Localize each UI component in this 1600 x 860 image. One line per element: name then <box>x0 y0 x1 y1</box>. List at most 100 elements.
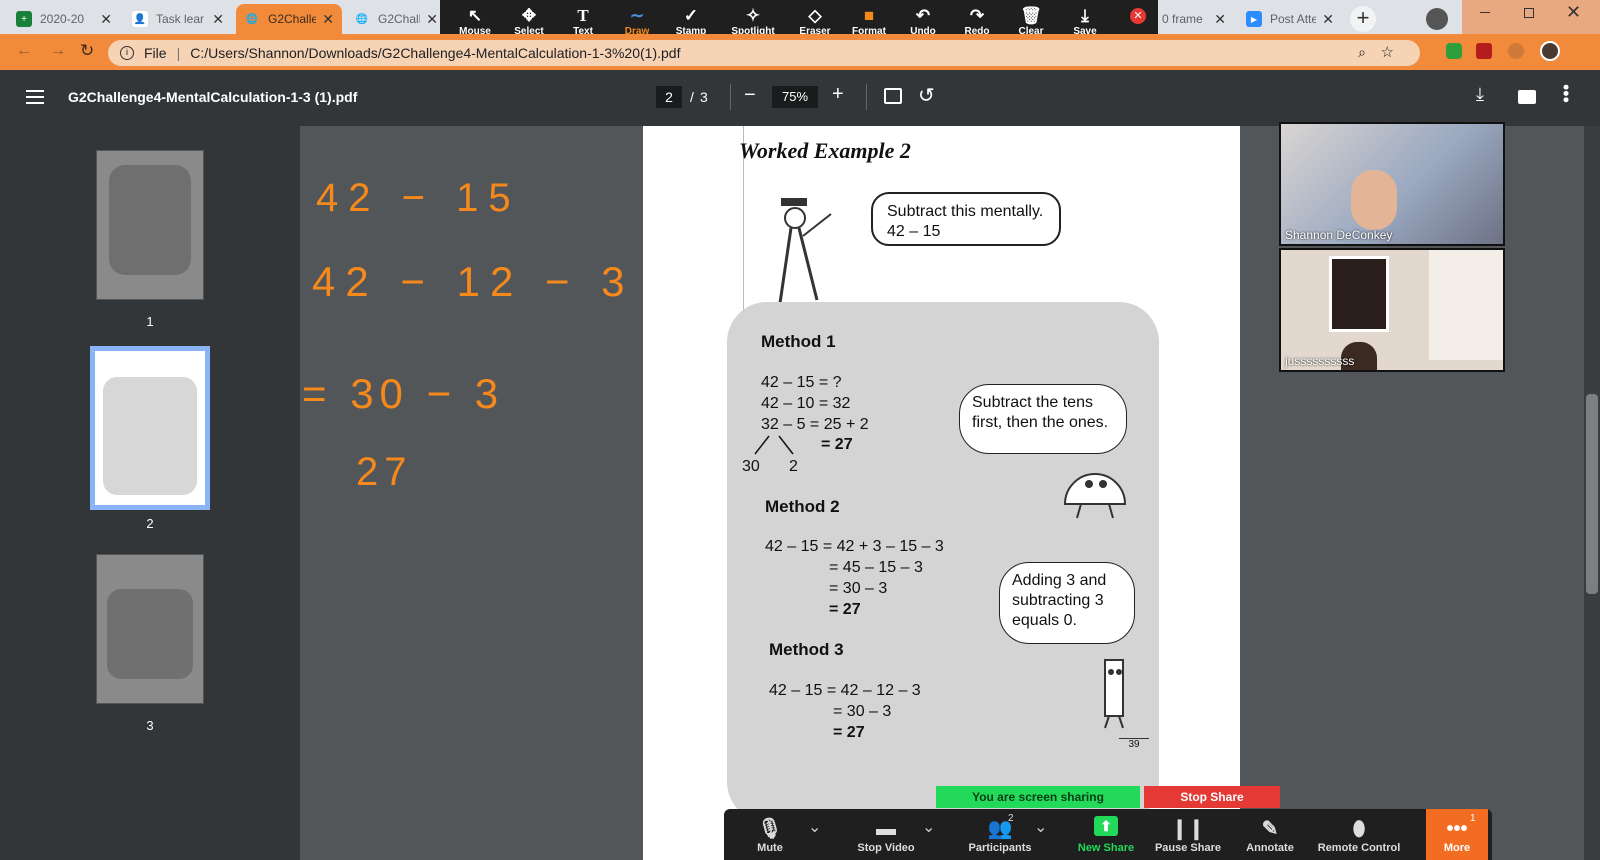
participant-name: Shannon DeConkey <box>1285 228 1393 242</box>
close-window-icon[interactable]: ✕ <box>1566 2 1581 23</box>
wall-frame <box>1329 256 1389 332</box>
forward-icon[interactable]: → <box>50 42 66 60</box>
video-tile-host[interactable]: Shannon DeConkey <box>1279 122 1505 246</box>
more-badge: 1 <box>1470 813 1476 824</box>
page-thumbnail-2[interactable] <box>90 346 210 510</box>
handwritten-line-4: 27 <box>356 450 413 494</box>
pdf-page: Worked Example 2 Subtract this mentally.… <box>643 126 1240 860</box>
task-icon: 👤 <box>132 11 148 27</box>
close-tab-icon[interactable]: ✕ <box>1214 11 1226 28</box>
zoom-magnifier-icon[interactable]: ⌕ <box>1358 44 1366 61</box>
browser-tab[interactable]: 👤 Task lear ✕ <box>124 4 232 34</box>
ruler-character-icon <box>1104 659 1124 729</box>
profile-menu-icon[interactable] <box>1426 8 1448 30</box>
audio-options-chevron-icon[interactable]: ⌄ <box>808 817 821 837</box>
window-controls: ✕ <box>1462 0 1600 34</box>
browser-tab-active[interactable]: 🌐 G2Challe ✕ <box>236 4 342 34</box>
close-tab-icon[interactable]: ✕ <box>322 11 334 28</box>
participants-chevron-icon[interactable]: ⌄ <box>1034 817 1047 837</box>
restore-icon[interactable] <box>1524 8 1534 18</box>
menu-icon[interactable] <box>26 90 44 104</box>
close-tab-icon[interactable]: ✕ <box>100 11 112 28</box>
url-divider: | <box>176 45 181 61</box>
toolbar-divider <box>730 84 731 110</box>
more-options-icon[interactable]: ••• <box>1556 84 1576 103</box>
close-tab-icon[interactable]: ✕ <box>426 11 438 28</box>
remote-control-button[interactable]: ⬮ Remote Control <box>1304 809 1414 860</box>
print-icon[interactable] <box>1518 90 1536 104</box>
zoom-in-icon[interactable]: + <box>832 83 844 106</box>
extension-icon[interactable] <box>1446 43 1462 59</box>
avatar[interactable] <box>1540 41 1560 61</box>
stop-share-button[interactable]: Stop Share <box>1144 786 1280 808</box>
download-icon[interactable]: ⤓ <box>1476 84 1484 105</box>
method-1-line: 42 – 15 = ? <box>761 374 842 391</box>
page-number: 39 <box>1119 738 1149 750</box>
method-2-line: = 30 – 3 <box>829 580 888 597</box>
bookmark-star-icon[interactable]: ☆ <box>1381 43 1394 61</box>
screen-sharing-banner: You are screen sharing Stop Share <box>936 786 1280 808</box>
zoom-level-input[interactable]: 75% <box>772 86 818 108</box>
more-button[interactable]: ••• More <box>1426 809 1488 860</box>
method-2-thought-bubble: Adding 3 and subtracting 3 equals 0. <box>999 562 1135 644</box>
fit-page-icon[interactable] <box>884 88 902 104</box>
page-thumbnail-3[interactable] <box>96 554 204 704</box>
rotate-icon[interactable]: ↺ <box>918 83 935 108</box>
wand-icon: ✧ <box>745 5 761 25</box>
pdf-filename: G2Challenge4-MentalCalculation-1-3 (1).p… <box>68 89 358 105</box>
reload-icon[interactable]: ↻ <box>80 41 94 61</box>
puzzle-icon[interactable] <box>1508 43 1524 59</box>
method-1-split-tens: 30 <box>742 458 760 475</box>
vertical-scrollbar[interactable] <box>1584 126 1600 860</box>
back-icon[interactable]: ← <box>16 42 32 60</box>
video-tile-participant[interactable]: jussssssssss <box>1279 248 1505 372</box>
tab-title: 0 frame <box>1162 12 1203 26</box>
close-tab-icon[interactable]: ✕ <box>212 11 224 28</box>
share-arrow-icon: ⬆ <box>1094 816 1118 836</box>
compass-character-icon <box>777 198 832 311</box>
omnibox[interactable]: i File | C:/Users/Shannon/Downloads/G2Ch… <box>108 40 1420 66</box>
pause-icon: ❙❙ <box>1171 818 1205 840</box>
minimize-icon[interactable] <box>1480 12 1490 13</box>
info-icon[interactable]: i <box>120 46 134 60</box>
method-2-line: 42 – 15 = 42 + 3 – 15 – 3 <box>765 538 944 555</box>
method-1-line: 42 – 10 = 32 <box>761 395 851 412</box>
checkmark-icon: ✓ <box>683 5 699 25</box>
button-label: Remote Control <box>1317 842 1401 854</box>
thumbnail-label: 1 <box>146 314 154 329</box>
new-tab-button[interactable]: + <box>1350 6 1376 32</box>
url-scheme: File <box>144 45 167 61</box>
page-thumbnail-1[interactable] <box>96 150 204 300</box>
meeting-controls-bar: 🎙 Mute ⌄ ▬ Stop Video ⌄ 👥 Participants 2 ⌄ … <box>724 809 1492 860</box>
handwritten-line-3: = 30 − 3 <box>302 370 505 417</box>
method-2-title: Method 2 <box>765 497 840 516</box>
thumbnail-sidebar: 1 2 3 <box>0 126 300 860</box>
method-3-title: Method 3 <box>769 640 844 659</box>
browser-tab[interactable]: 🌐 G2Challe ✕ <box>346 4 446 34</box>
method-1-result: = 27 <box>821 436 853 453</box>
redo-icon: ↷ <box>969 5 985 25</box>
button-label: Participants <box>968 842 1032 854</box>
worked-example-title: Worked Example 2 <box>739 138 911 163</box>
close-tab-icon[interactable]: ✕ <box>1322 11 1334 28</box>
stop-video-button[interactable]: ▬ Stop Video <box>836 809 936 860</box>
button-label: Stop Video <box>857 842 915 854</box>
handwritten-line-2: 42 − 12 − 3 <box>312 258 635 305</box>
page-number-input[interactable]: 2 <box>656 86 682 108</box>
video-options-chevron-icon[interactable]: ⌄ <box>922 817 935 837</box>
camera-icon: ▬ <box>876 818 896 840</box>
browser-tab[interactable]: ▶ Post Atte ✕ <box>1238 4 1342 34</box>
cursor-icon: ↖ <box>467 5 483 25</box>
sheets-icon: + <box>16 11 32 27</box>
number-bond-lines <box>754 435 794 455</box>
zoom-icon: ▶ <box>1246 11 1262 27</box>
browser-tab[interactable]: 0 frame ✕ <box>1160 4 1234 34</box>
zoom-out-icon[interactable]: − <box>744 84 756 107</box>
mute-button[interactable]: 🎙 Mute <box>740 809 800 860</box>
question-speech-bubble: Subtract this mentally. 42 – 15 <box>871 192 1061 246</box>
browser-tab[interactable]: + 2020-20 ✕ <box>8 4 120 34</box>
thumbnail-preview <box>109 165 191 275</box>
ublock-icon[interactable] <box>1476 43 1492 59</box>
scrollbar-thumb[interactable] <box>1586 394 1598 594</box>
close-annotate-icon[interactable]: ✕ <box>1130 8 1146 24</box>
